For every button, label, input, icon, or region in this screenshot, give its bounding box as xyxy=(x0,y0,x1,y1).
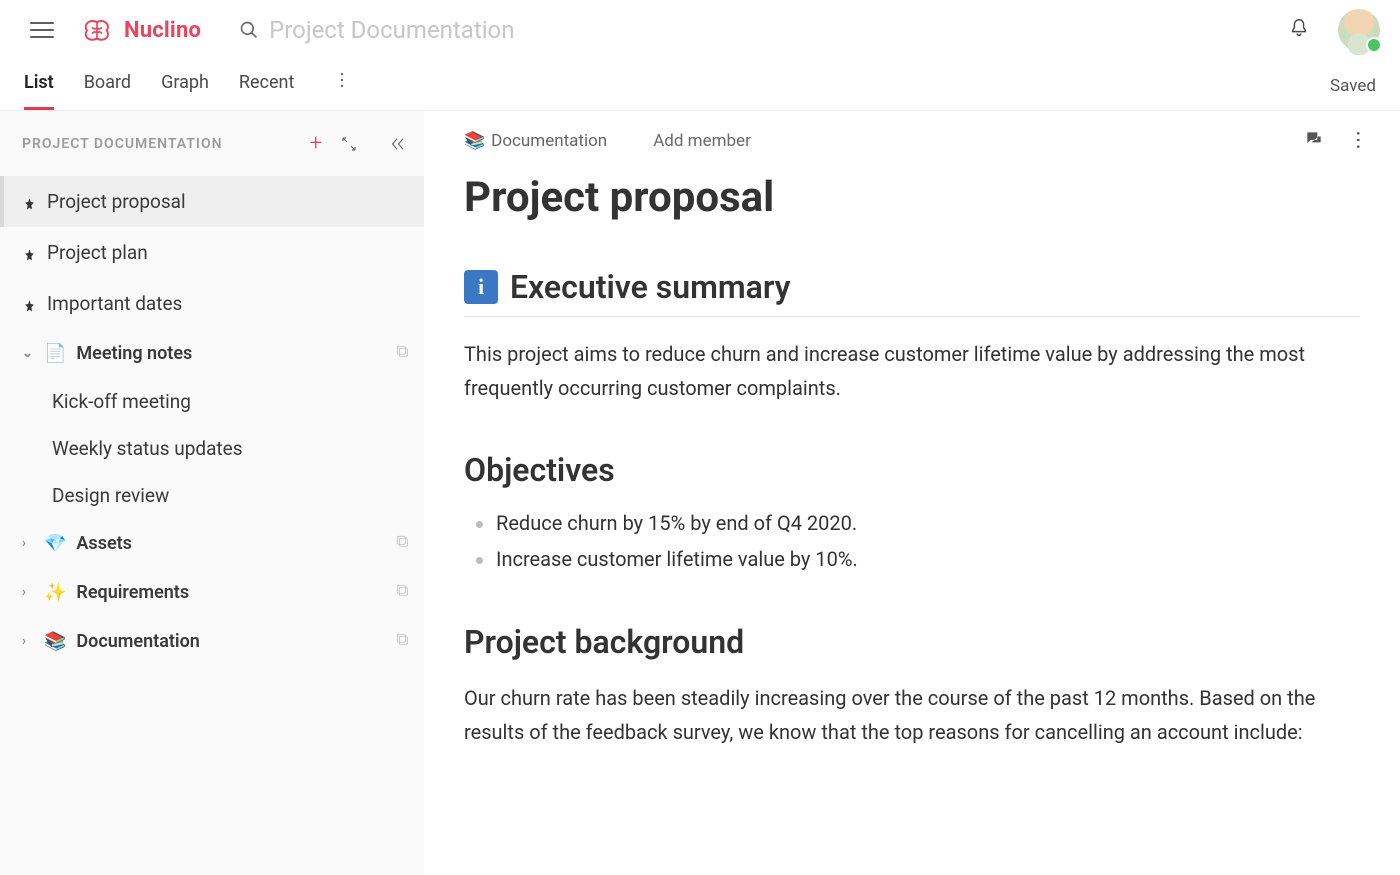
tree-item-project-plan[interactable]: Project plan xyxy=(0,227,424,278)
chat-icon xyxy=(1304,129,1324,149)
heading-text: Executive summary xyxy=(510,268,791,306)
tree-collection-documentation[interactable]: › 📚 Documentation xyxy=(0,617,424,666)
document-pane: ⋯ 📚 Documentation Add member Project pro… xyxy=(424,110,1400,875)
tree-label: Project plan xyxy=(47,241,410,264)
tree-label: Project proposal xyxy=(47,190,410,213)
pin-icon xyxy=(22,194,37,209)
menu-button[interactable] xyxy=(30,18,54,42)
objectives-list[interactable]: Reduce churn by 15% by end of Q4 2020. I… xyxy=(464,505,1360,577)
add-item-button[interactable]: + xyxy=(302,127,330,160)
collection-icon xyxy=(394,582,410,603)
tree-item-project-proposal[interactable]: Project proposal xyxy=(0,176,424,227)
tree-item-design-review[interactable]: Design review xyxy=(0,472,424,519)
tree-item-kickoff[interactable]: Kick-off meeting xyxy=(0,378,424,425)
sidebar: PROJECT DOCUMENTATION + Project proposal… xyxy=(0,110,424,875)
tree-label: Kick-off meeting xyxy=(52,390,410,413)
paragraph-background[interactable]: Our churn rate has been steadily increas… xyxy=(464,681,1360,749)
pin-icon xyxy=(22,296,37,311)
info-icon: i xyxy=(464,270,498,304)
heading-text: Objectives xyxy=(464,451,615,489)
notifications-button[interactable] xyxy=(1288,17,1310,43)
chevron-right-icon: › xyxy=(22,634,34,649)
tree: Project proposal Project plan Important … xyxy=(0,170,424,666)
chevron-right-icon: › xyxy=(22,536,34,551)
save-status: Saved xyxy=(1330,76,1376,96)
tree-collection-requirements[interactable]: › ✨ Requirements xyxy=(0,568,424,617)
tree-label: Weekly status updates xyxy=(52,437,410,460)
brain-icon xyxy=(82,16,118,44)
expand-icon[interactable] xyxy=(340,135,358,153)
chevron-right-icon: › xyxy=(22,585,34,600)
heading-project-background[interactable]: Project background xyxy=(464,623,1360,661)
page-emoji: 📄 xyxy=(44,343,66,364)
user-avatar[interactable] xyxy=(1338,9,1380,51)
tree-label: Documentation xyxy=(76,631,384,652)
search-placeholder: Project Documentation xyxy=(269,16,514,44)
chevron-down-icon: ⌄ xyxy=(22,346,34,361)
breadcrumb-emoji: 📚 xyxy=(464,131,485,151)
sidebar-title: PROJECT DOCUMENTATION xyxy=(22,136,292,152)
tree-label: Design review xyxy=(52,484,410,507)
bell-icon xyxy=(1288,17,1310,39)
list-item[interactable]: Increase customer lifetime value by 10%. xyxy=(476,541,1360,577)
topbar: Nuclino Project Documentation xyxy=(0,0,1400,60)
tree-collection-meeting-notes[interactable]: ⌄ 📄 Meeting notes xyxy=(0,329,424,378)
brand-name: Nuclino xyxy=(124,18,201,43)
view-tabs-bar: List Board Graph Recent ⋯ Saved xyxy=(0,60,1400,110)
tree-item-weekly-status[interactable]: Weekly status updates xyxy=(0,425,424,472)
tree-item-important-dates[interactable]: Important dates xyxy=(0,278,424,329)
tree-label: Assets xyxy=(76,533,384,554)
list-item[interactable]: Reduce churn by 15% by end of Q4 2020. xyxy=(476,505,1360,541)
tree-label: Meeting notes xyxy=(76,343,384,364)
pin-icon xyxy=(22,245,37,260)
breadcrumb[interactable]: 📚 Documentation xyxy=(464,131,607,151)
heading-text: Project background xyxy=(464,623,744,661)
tree-label: Requirements xyxy=(76,582,384,603)
heading-objectives[interactable]: Objectives xyxy=(464,451,1360,489)
heading-executive-summary[interactable]: i Executive summary xyxy=(464,268,1360,317)
tab-board-view[interactable]: Board xyxy=(84,72,131,110)
add-member-button[interactable]: Add member xyxy=(653,131,751,151)
tab-recent-view[interactable]: Recent xyxy=(239,72,294,110)
tab-list-view[interactable]: List xyxy=(24,72,54,110)
collection-icon xyxy=(394,343,410,364)
books-emoji: 📚 xyxy=(44,631,66,652)
collection-icon xyxy=(394,533,410,554)
search-icon xyxy=(239,20,259,40)
search-field[interactable]: Project Documentation xyxy=(239,16,1270,44)
tab-graph-view[interactable]: Graph xyxy=(161,72,209,110)
collection-icon xyxy=(394,631,410,652)
comments-button[interactable] xyxy=(1304,129,1324,153)
doc-more-button[interactable]: ⋯ xyxy=(1347,130,1371,152)
tree-collection-assets[interactable]: › 💎 Assets xyxy=(0,519,424,568)
gem-emoji: 💎 xyxy=(44,533,66,554)
tab-more-button[interactable]: ⋯ xyxy=(317,71,352,91)
tab-list: List Board Graph Recent ⋯ xyxy=(24,72,356,110)
sparkle-emoji: ✨ xyxy=(44,582,66,603)
brand-logo[interactable]: Nuclino xyxy=(82,16,201,44)
paragraph-exec-summary[interactable]: This project aims to reduce churn and in… xyxy=(464,337,1360,405)
breadcrumb-label: Documentation xyxy=(491,131,607,151)
tree-label: Important dates xyxy=(47,292,410,315)
collapse-sidebar-icon[interactable] xyxy=(388,135,406,153)
page-title[interactable]: Project proposal xyxy=(464,173,1360,222)
